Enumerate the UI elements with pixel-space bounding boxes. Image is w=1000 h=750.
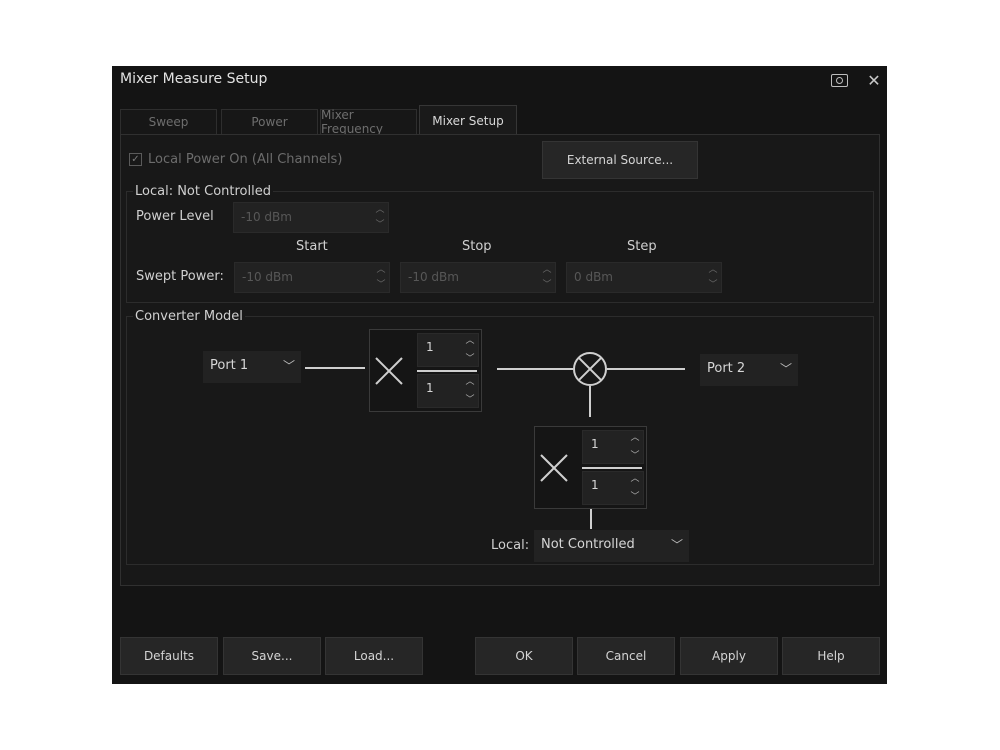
save-button[interactable]: Save...: [223, 637, 321, 675]
input-port-select[interactable]: Port 1 ﹀: [203, 351, 301, 383]
chevron-down-icon[interactable]: ﹀: [630, 492, 640, 502]
mixer-setup-panel: ✓ Local Power On (All Channels) External…: [120, 134, 880, 586]
local-power-checkbox[interactable]: ✓ Local Power On (All Channels): [129, 152, 342, 167]
cancel-button[interactable]: Cancel: [577, 637, 675, 675]
apply-button[interactable]: Apply: [680, 637, 778, 675]
chevron-up-icon[interactable]: ︿: [708, 265, 718, 275]
close-icon[interactable]: ✕: [864, 70, 884, 90]
signal-line: [497, 368, 573, 370]
converter-model-title: Converter Model: [133, 309, 245, 324]
fraction-bar: [582, 467, 642, 469]
tab-sweep[interactable]: Sweep: [120, 109, 217, 134]
checkbox-check-icon: ✓: [129, 153, 142, 166]
camera-icon[interactable]: [829, 70, 849, 90]
multiply-icon: [540, 454, 568, 482]
local-source-select[interactable]: Not Controlled ﹀: [534, 530, 689, 562]
chevron-down-icon[interactable]: ﹀: [375, 220, 385, 230]
mixer-measure-setup-dialog: Mixer Measure Setup ✕ Sweep Power Mixer …: [112, 66, 887, 684]
local-group-title: Local: Not Controlled: [133, 184, 273, 199]
local-denominator-input[interactable]: 1 ︿ ﹀: [582, 471, 644, 505]
chevron-up-icon[interactable]: ︿: [630, 474, 640, 484]
chevron-down-icon[interactable]: ﹀: [542, 280, 552, 290]
input-numerator-input[interactable]: 1 ︿ ﹀: [417, 333, 479, 367]
chevron-down-icon[interactable]: ﹀: [465, 354, 475, 364]
start-header: Start: [296, 239, 328, 254]
chevron-down-icon[interactable]: ﹀: [465, 395, 475, 405]
chevron-down-icon[interactable]: ﹀: [376, 280, 386, 290]
chevron-down-icon[interactable]: ﹀: [630, 451, 640, 461]
title-bar: Mixer Measure Setup ✕: [112, 66, 887, 94]
local-line: [590, 509, 592, 529]
chevron-up-icon[interactable]: ︿: [465, 377, 475, 387]
chevron-down-icon: ﹀: [282, 359, 295, 373]
swept-step-input[interactable]: 0 dBm ︿ ﹀: [566, 262, 722, 293]
converter-model-group: Converter Model Port 1 ﹀ 1 ︿ ﹀ 1 ︿ ﹀ Por…: [126, 309, 874, 565]
chevron-up-icon[interactable]: ︿: [630, 433, 640, 443]
local-group: Local: Not Controlled Power Level -10 dB…: [126, 184, 874, 303]
chevron-up-icon[interactable]: ︿: [542, 265, 552, 275]
local-numerator-input[interactable]: 1 ︿ ﹀: [582, 430, 644, 464]
tab-mixer-setup[interactable]: Mixer Setup: [419, 105, 517, 136]
signal-line: [607, 368, 685, 370]
signal-line: [305, 367, 365, 369]
chevron-down-icon[interactable]: ﹀: [708, 280, 718, 290]
tab-power[interactable]: Power: [221, 109, 318, 134]
mixer-icon: [573, 352, 607, 386]
multiply-icon: [375, 357, 403, 385]
local-multiplier-block: 1 ︿ ﹀ 1 ︿ ﹀: [534, 426, 647, 509]
output-port-select[interactable]: Port 2 ﹀: [700, 354, 798, 386]
tab-mixer-frequency[interactable]: Mixer Frequency: [320, 108, 417, 136]
chevron-up-icon[interactable]: ︿: [375, 205, 385, 215]
defaults-button[interactable]: Defaults: [120, 637, 218, 675]
window-title: Mixer Measure Setup: [120, 71, 268, 87]
ok-button[interactable]: OK: [475, 637, 573, 675]
chevron-up-icon[interactable]: ︿: [376, 265, 386, 275]
swept-start-input[interactable]: -10 dBm ︿ ﹀: [234, 262, 390, 293]
power-level-label: Power Level: [136, 209, 214, 224]
fraction-bar: [417, 370, 477, 372]
step-header: Step: [627, 239, 657, 254]
input-denominator-input[interactable]: 1 ︿ ﹀: [417, 374, 479, 408]
chevron-down-icon: ﹀: [779, 362, 792, 376]
input-multiplier-block: 1 ︿ ﹀ 1 ︿ ﹀: [369, 329, 482, 412]
stop-header: Stop: [462, 239, 492, 254]
swept-power-label: Swept Power:: [136, 269, 224, 284]
swept-stop-input[interactable]: -10 dBm ︿ ﹀: [400, 262, 556, 293]
external-source-button[interactable]: External Source...: [542, 141, 698, 179]
local-power-label: Local Power On (All Channels): [148, 152, 343, 167]
power-level-input[interactable]: -10 dBm ︿ ﹀: [233, 202, 389, 233]
load-button[interactable]: Load...: [325, 637, 423, 675]
help-button[interactable]: Help: [782, 637, 880, 675]
local-line: [589, 386, 591, 417]
chevron-up-icon[interactable]: ︿: [465, 336, 475, 346]
chevron-down-icon: ﹀: [670, 538, 683, 552]
local-source-label: Local:: [491, 538, 530, 553]
